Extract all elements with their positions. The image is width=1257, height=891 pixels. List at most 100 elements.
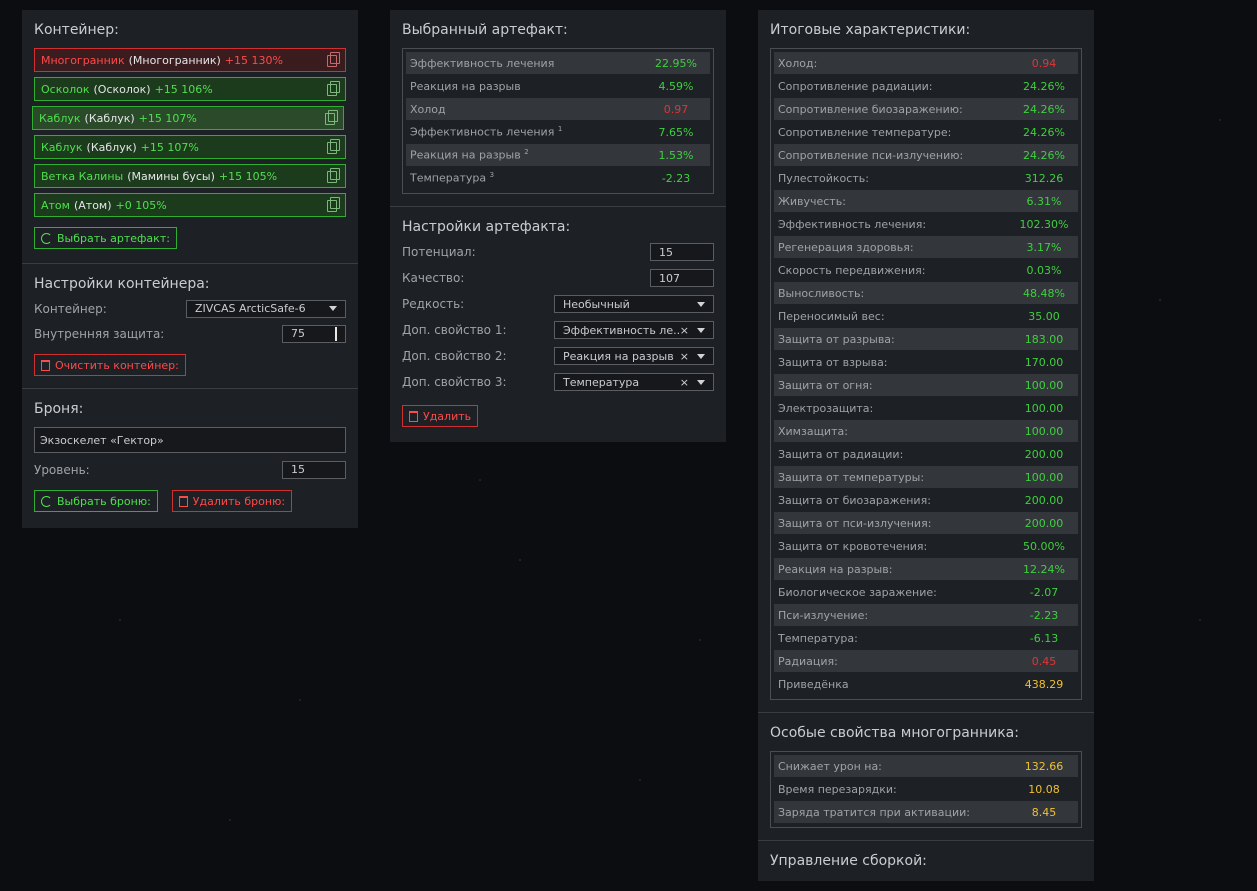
copy-button[interactable]	[327, 81, 340, 96]
delete-armor-button[interactable]: Удалить броню:	[171, 490, 293, 512]
stat-row: Электрозащита: 100.00	[774, 397, 1078, 419]
extra3-label: Доп. свойство 3:	[402, 375, 507, 389]
stat-label: Эффективность лечения 1	[410, 125, 563, 139]
potential-input[interactable]: 15	[650, 243, 714, 261]
stat-value: 100.00	[1024, 378, 1064, 392]
special-title: Особые свойства многогранника:	[770, 725, 1019, 741]
stat-label: Холод:	[778, 56, 818, 70]
stat-label: Сопротивление пси-излучению:	[778, 148, 964, 162]
totals-section: Итоговые характеристики: Холод: 0.94 Сопро…	[758, 10, 1094, 713]
container-select[interactable]: ZIVCAS ArcticSafe-6	[186, 299, 346, 318]
potential-row: Потенциал: 15	[402, 239, 714, 265]
clear-container-button[interactable]: Очистить контейнер:	[34, 354, 186, 376]
stat-label: Заряда тратится при активации:	[778, 805, 970, 819]
potential-label: Потенциал:	[402, 245, 476, 259]
stat-label: Защита от взрыва:	[778, 355, 888, 369]
armor-level-label: Уровень:	[34, 462, 90, 477]
stat-value: 132.66	[1024, 759, 1064, 773]
stat-value: 100.00	[1024, 424, 1064, 438]
stat-label: Радиация:	[778, 654, 838, 668]
artifact-slot[interactable]: Осколок (Осколок) +15 106%	[34, 77, 346, 101]
stat-value: 100.00	[1024, 401, 1064, 415]
quality-row: Качество: 107	[402, 265, 714, 291]
slot-name: Каблук	[41, 140, 83, 154]
container-settings-title: Настройки контейнера:	[34, 276, 210, 292]
stat-label: Защита от температуры:	[778, 470, 925, 484]
select-armor-button[interactable]: Выбрать броню:	[34, 490, 158, 512]
stat-label: Биологическое заражение:	[778, 585, 937, 599]
stat-label: Температура 3	[410, 171, 495, 185]
stat-row: Защита от радиации: 200.00	[774, 443, 1078, 465]
stat-footnote: 2	[524, 148, 529, 157]
stat-row: Реакция на разрыв 4.59%	[406, 75, 710, 97]
stat-row: Заряда тратится при активации: 8.45	[774, 801, 1078, 823]
clear-icon[interactable]: ×	[680, 376, 689, 389]
stat-value: 0.03%	[1026, 263, 1062, 277]
artifact-slot[interactable]: Каблук (Каблук) +15 107%	[32, 106, 344, 130]
text-cursor	[335, 326, 337, 341]
armor-field[interactable]: Экзоскелет «Гектор»	[34, 427, 346, 453]
copy-button[interactable]	[327, 168, 340, 183]
slot-level: +15 107%	[140, 140, 199, 154]
container-settings-section: Настройки контейнера: Контейнер: ZIVCAS …	[22, 264, 358, 389]
copy-button[interactable]	[327, 52, 340, 67]
protection-input[interactable]: 75	[282, 324, 346, 343]
rarity-select[interactable]: Необычный	[554, 295, 714, 313]
artifact-slot[interactable]: Многогранник (Многогранник) +15 130%	[34, 48, 346, 72]
quality-label: Качество:	[402, 271, 465, 285]
copy-button[interactable]	[327, 197, 340, 212]
stat-label: Защита от разрыва:	[778, 332, 895, 346]
stat-value: 22.95%	[655, 56, 697, 70]
stat-label: Реакция на разрыв 2	[410, 148, 529, 162]
delete-artifact-button[interactable]: Удалить	[402, 405, 479, 427]
armor-value: Экзоскелет «Гектор»	[40, 433, 164, 447]
chevron-down-icon	[697, 301, 705, 307]
artifact-slot[interactable]: Каблук (Каблук) +15 107%	[34, 135, 346, 159]
armor-level-value: 15	[291, 463, 305, 476]
armor-level-input[interactable]: 15	[282, 460, 346, 479]
slot-name: Осколок	[41, 82, 90, 96]
copy-button[interactable]	[327, 139, 340, 154]
artifact-slot[interactable]: Ветка Калины (Мамины бусы) +15 105%	[34, 164, 346, 188]
slot-level: +15 106%	[154, 82, 213, 96]
protection-label: Внутренняя защита:	[34, 326, 165, 341]
trash-icon	[41, 359, 50, 371]
extra2-select[interactable]: Реакция на разрыв ×	[554, 347, 714, 365]
clear-icon[interactable]: ×	[680, 324, 689, 337]
stat-row: Пси-излучение: -2.23	[774, 604, 1078, 626]
slot-level: +15 130%	[224, 53, 283, 67]
container-section: Контейнер: Многогранник (Многогранник) +15…	[22, 10, 358, 264]
stat-value: 0.45	[1031, 654, 1057, 668]
stat-row: Время перезарядки: 10.08	[774, 778, 1078, 800]
delete-armor-label: Удалить броню:	[192, 494, 286, 508]
stat-row: Температура 3 -2.23	[406, 167, 710, 189]
armor-level-row: Уровень: 15	[34, 457, 346, 482]
select-artifact-button[interactable]: Выбрать артефакт:	[34, 227, 177, 249]
stat-label: Температура:	[778, 631, 858, 645]
slot-name: Каблук	[39, 111, 81, 125]
stat-row: Реакция на разрыв: 12.24%	[774, 558, 1078, 580]
rarity-label: Редкость:	[402, 297, 465, 311]
stat-row: Защита от температуры: 100.00	[774, 466, 1078, 488]
extra1-select[interactable]: Эффективность ле... ×	[554, 321, 714, 339]
copy-icon	[327, 81, 340, 96]
stat-row: Сопротивление пси-излучению: 24.26%	[774, 144, 1078, 166]
stat-value: -2.07	[1029, 585, 1059, 599]
clear-icon[interactable]: ×	[680, 350, 689, 363]
stat-value: -2.23	[1029, 608, 1059, 622]
extra3-select[interactable]: Температура ×	[554, 373, 714, 391]
stat-label: Эффективность лечения	[410, 56, 555, 70]
stat-row: Выносливость: 48.48%	[774, 282, 1078, 304]
copy-button[interactable]	[325, 110, 338, 125]
stat-value: 4.59%	[658, 79, 694, 93]
artifact-slot[interactable]: Атом (Атом) +0 105%	[34, 193, 346, 217]
stat-row: Холод 0.97	[406, 98, 710, 120]
stat-label: Переносимый вес:	[778, 309, 885, 323]
special-table: Снижает урон на: 132.66 Время перезарядки:…	[770, 751, 1082, 828]
extra3-row: Доп. свойство 3: Температура ×	[402, 369, 714, 395]
quality-input[interactable]: 107	[650, 269, 714, 287]
protection-value: 75	[291, 327, 305, 340]
stat-row: Снижает урон на: 132.66	[774, 755, 1078, 777]
slot-name: Многогранник	[41, 53, 125, 67]
stat-row: Холод: 0.94	[774, 52, 1078, 74]
